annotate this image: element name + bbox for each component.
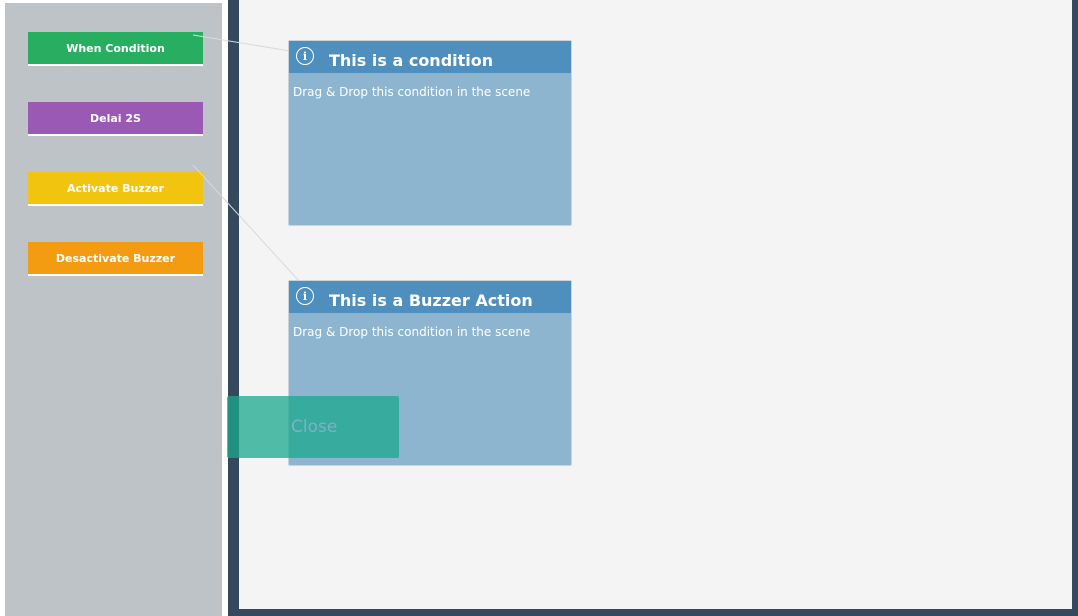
tooltip-header: i This is a condition <box>289 41 571 73</box>
block-palette: When Condition Delai 2S Activate Buzzer … <box>5 3 222 616</box>
desactivate-buzzer-block[interactable]: Desactivate Buzzer <box>28 242 203 276</box>
tooltip-title: This is a condition <box>329 51 494 70</box>
tooltip-title: This is a Buzzer Action <box>329 291 533 310</box>
tooltip-text: Drag & Drop this condition in the scene <box>293 85 531 99</box>
delay-block[interactable]: Delai 2S <box>28 102 203 136</box>
condition-tooltip: i This is a condition Drag & Drop this c… <box>288 40 572 226</box>
when-condition-block[interactable]: When Condition <box>28 32 203 66</box>
tooltip-text: Drag & Drop this condition in the scene <box>293 325 531 339</box>
close-button[interactable]: Close <box>227 396 399 458</box>
info-icon: i <box>296 287 314 305</box>
tooltip-header: i This is a Buzzer Action <box>289 281 571 313</box>
activate-buzzer-block[interactable]: Activate Buzzer <box>28 172 203 206</box>
info-icon: i <box>296 47 314 65</box>
